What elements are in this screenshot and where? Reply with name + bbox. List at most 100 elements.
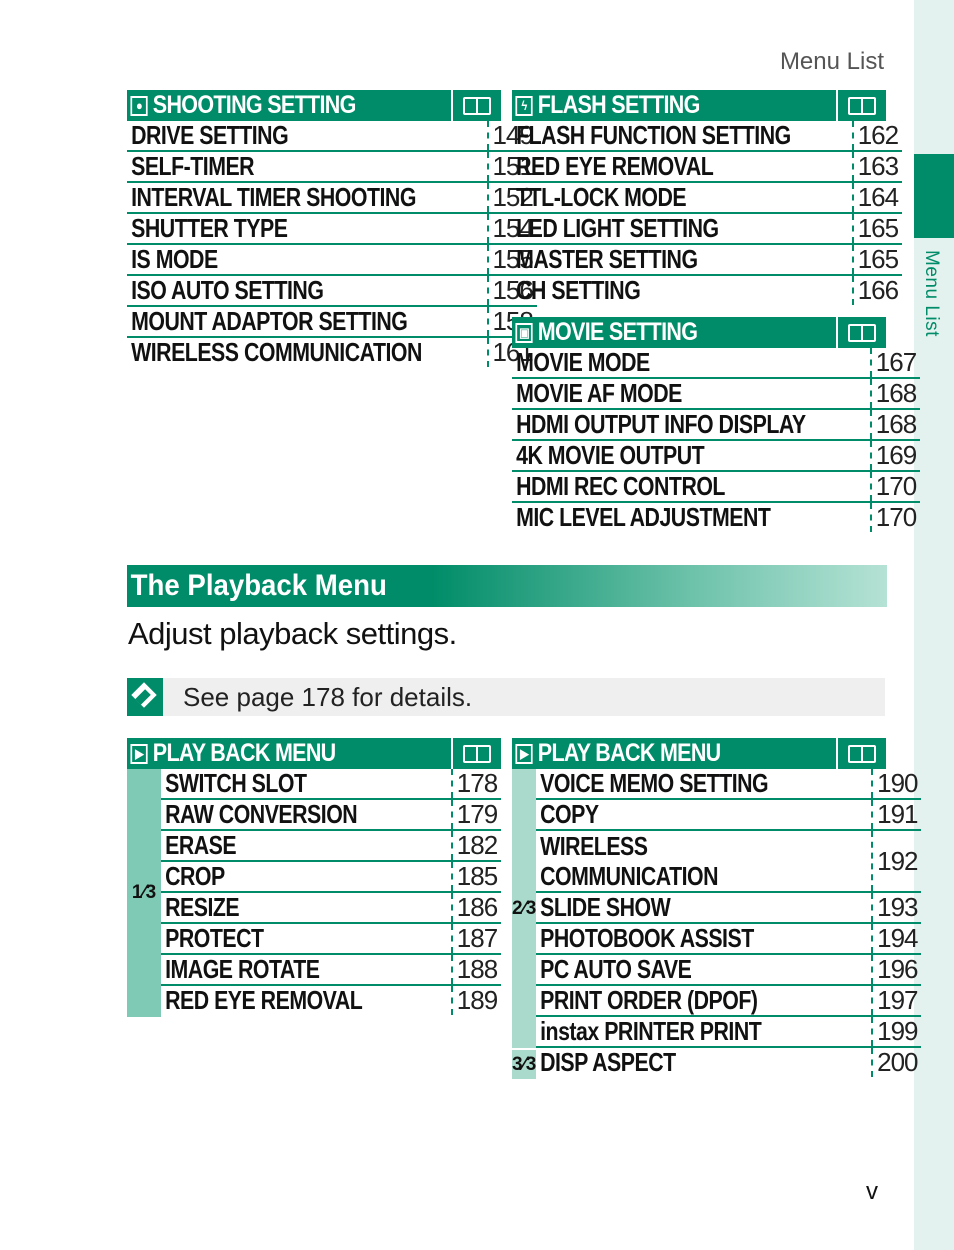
table-row[interactable]: MIC LEVEL ADJUSTMENT 170 [512, 503, 920, 532]
page-reference[interactable]: 168 [870, 410, 920, 439]
page-reference[interactable]: 167 [870, 348, 920, 377]
menu-item-label: WIRELESS COMMUNICATION [131, 337, 422, 367]
table-row[interactable]: DRIVE SETTING 149 [127, 121, 537, 152]
page-reference[interactable]: 164 [851, 183, 902, 212]
table-row[interactable]: MOUNT ADAPTOR SETTING158 [127, 307, 537, 338]
table-row[interactable]: IS MODE 155 [127, 245, 537, 276]
page-reference[interactable]: 190 [871, 769, 921, 798]
side-tab-marker[interactable] [914, 154, 954, 238]
menu-item-label: LED LIGHT SETTING [516, 213, 719, 243]
menu-item-label: ISO AUTO SETTING [131, 275, 324, 305]
page-reference[interactable]: 178 [451, 769, 501, 798]
table-row[interactable]: INTERVAL TIMER SHOOTING 152 [127, 183, 537, 214]
table-row[interactable]: SHUTTER TYPE 154 [127, 214, 537, 245]
table-row[interactable]: PROTECT 187 [161, 924, 501, 955]
table-row[interactable]: RED EYE REMOVAL 189 [161, 986, 501, 1015]
table-row[interactable]: CROP 185 [161, 862, 501, 893]
page-reference[interactable]: 163 [851, 152, 902, 181]
page-reference[interactable]: 165 [851, 245, 902, 274]
table-row[interactable]: DISP ASPECT 200 [536, 1048, 921, 1077]
page-reference[interactable]: 191 [871, 800, 921, 829]
table-row[interactable]: SWITCH SLOT 178 [161, 769, 501, 800]
table-row[interactable]: instax PRINTER PRINT 199 [536, 1017, 922, 1048]
book-icon [463, 96, 491, 115]
table-row[interactable]: MOVIE MODE 167 [512, 348, 920, 379]
table-row[interactable]: RED EYE REMOVAL 163 [512, 152, 902, 183]
section-heading: The Playback Menu [127, 565, 887, 607]
table-row[interactable]: MASTER SETTING 165 [512, 245, 902, 276]
table-row[interactable]: WIRELESS COMMUNICATION 192 [536, 831, 922, 893]
movie-camera-icon: ▣ [515, 322, 533, 343]
page-reference[interactable]: 162 [851, 121, 902, 150]
table-row[interactable]: PHOTOBOOK ASSIST 194 [536, 924, 922, 955]
table-row[interactable]: PC AUTO SAVE 196 [536, 955, 922, 986]
page-reference[interactable]: 169 [870, 441, 920, 470]
page-reference[interactable]: 168 [870, 379, 920, 408]
page-reference[interactable]: 179 [451, 800, 501, 829]
page-reference[interactable]: 192 [871, 831, 921, 891]
table-row[interactable]: ISO AUTO SETTING 156 [127, 276, 537, 307]
page-reference[interactable]: 165 [851, 214, 902, 243]
playback-icon: ▶ [130, 743, 148, 764]
section-intro: Adjust playback settings. [128, 616, 457, 651]
menu-item-label: SELF-TIMER [131, 151, 255, 181]
page-reference[interactable]: 170 [870, 472, 920, 501]
table-row[interactable]: SLIDE SHOW 193 [536, 893, 922, 924]
page-group-label: 1⁄3 [131, 882, 157, 903]
menu-item-label: FLASH FUNCTION SETTING [516, 120, 791, 150]
menu-item-label: RED EYE REMOVAL [516, 151, 714, 181]
table-row[interactable]: COPY 191 [536, 799, 922, 831]
book-icon [848, 323, 876, 342]
table-row[interactable]: LED LIGHT SETTING 165 [512, 214, 902, 245]
page-reference[interactable]: 170 [870, 503, 920, 532]
page-group-label: 2⁄3 [512, 769, 537, 1050]
menu-item-label: COPY [540, 799, 599, 829]
page-reference[interactable]: 186 [451, 893, 501, 922]
table-row[interactable]: HDMI REC CONTROL 170 [512, 472, 920, 503]
table-row[interactable]: VOICE MEMO SETTING 190 [536, 768, 922, 800]
page-reference[interactable]: 194 [871, 924, 921, 953]
table-row[interactable]: MOVIE AF MODE 168 [512, 379, 920, 410]
table-row[interactable]: FLASH FUNCTION SETTING 162 [512, 121, 902, 152]
table-row[interactable]: TTL-LOCK MODE 164 [512, 183, 902, 214]
table-row[interactable]: HDMI OUTPUT INFO DISPLAY 168 [512, 410, 920, 441]
menu-item-label: ERASE [165, 830, 237, 860]
table-row[interactable]: PRINT ORDER (DPOF) 197 [536, 986, 922, 1017]
menu-item-label: CROP [165, 861, 225, 891]
page-reference[interactable]: 193 [871, 893, 921, 922]
table-row[interactable]: 4K MOVIE OUTPUT 169 [512, 441, 920, 472]
menu-item-label: 4K MOVIE OUTPUT [516, 440, 705, 470]
book-icon [848, 96, 876, 115]
flash-setting-table: ϟ FLASH SETTING FLASH FUNCTION SETTING 162… [512, 90, 902, 305]
page-reference[interactable]: 197 [871, 986, 921, 1015]
page-reference[interactable]: 187 [451, 924, 501, 953]
menu-item-label: DISP ASPECT [540, 1047, 676, 1077]
table-header: ▶ PLAY BACK MENU [512, 738, 886, 769]
page-reference[interactable]: 196 [871, 955, 921, 984]
table-row[interactable]: ERASE 182 [161, 831, 501, 862]
menu-item-label: MOVIE AF MODE [516, 378, 682, 408]
menu-item-label: HDMI REC CONTROL [516, 471, 725, 501]
page-reference[interactable]: 182 [451, 831, 501, 860]
table-row[interactable]: WIRELESS COMMUNICATION 161 [127, 338, 537, 367]
page-reference[interactable]: 200 [871, 1048, 921, 1077]
page-reference[interactable]: 166 [851, 276, 902, 305]
menu-item-label: INTERVAL TIMER SHOOTING [131, 182, 416, 212]
page-reference[interactable]: 188 [451, 955, 501, 984]
table-row[interactable]: RESIZE 186 [161, 893, 501, 924]
table-row[interactable]: IMAGE ROTATE 188 [161, 955, 501, 986]
page-reference[interactable]: 185 [451, 862, 501, 891]
camera-icon: ● [130, 95, 148, 116]
table-header: ▶ PLAY BACK MENU [127, 738, 501, 769]
table-header: ● SHOOTING SETTING [127, 90, 501, 121]
menu-item-label: VOICE MEMO SETTING [540, 768, 769, 798]
page-reference[interactable]: 189 [451, 986, 501, 1015]
menu-item-label: MOVIE MODE [516, 347, 650, 377]
page-reference[interactable]: 199 [871, 1017, 921, 1046]
table-row[interactable]: CH SETTING 166 [512, 276, 902, 305]
menu-item-label: IMAGE ROTATE [165, 954, 320, 984]
table-row[interactable]: SELF-TIMER 151 [127, 152, 537, 183]
table-row[interactable]: RAW CONVERSION 179 [161, 800, 501, 831]
playback-icon: ▶ [515, 743, 533, 764]
table-title: MOVIE SETTING [537, 318, 698, 346]
